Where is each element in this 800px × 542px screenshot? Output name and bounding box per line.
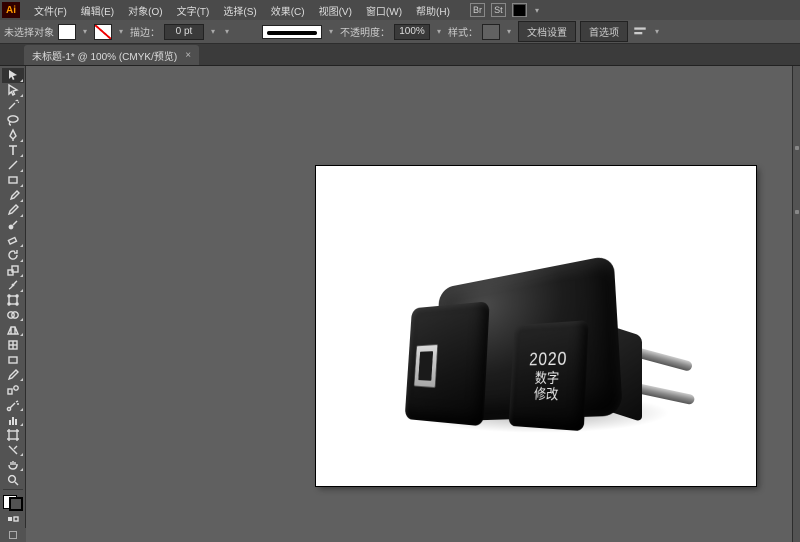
screen-mode-dock[interactable] [0, 528, 26, 542]
fill-swatch[interactable] [58, 24, 76, 40]
tools-panel [0, 66, 26, 542]
rectangle-tool[interactable] [2, 173, 24, 188]
symbol-sprayer-tool[interactable] [2, 397, 24, 412]
mesh-tool[interactable] [2, 337, 24, 352]
vsp-dropdown[interactable]: ▾ [222, 24, 232, 40]
direct-selection-tool[interactable] [2, 83, 24, 98]
close-tab-icon[interactable]: × [185, 50, 191, 61]
document-tab[interactable]: 未标题-1* @ 100% (CMYK/预览) × [24, 45, 199, 65]
canvas[interactable]: 2020 数字 修改 [26, 66, 792, 542]
gradient-tool[interactable] [2, 352, 24, 367]
scale-tool[interactable] [2, 263, 24, 278]
arrange-dropdown[interactable]: ▾ [533, 6, 541, 15]
opacity-label: 不透明度： [340, 24, 390, 39]
stroke-color-dropdown[interactable]: ▾ [116, 24, 126, 40]
pen-tool[interactable] [2, 128, 24, 143]
hand-tool[interactable] [2, 457, 24, 472]
control-bar: 未选择对象 ▾ ▾ 描边： 0 pt ▾ ▾ ▾ 不透明度： 100% ▾ 样式… [0, 20, 800, 44]
lasso-tool[interactable] [2, 113, 24, 128]
preferences-button[interactable]: 首选项 [580, 21, 628, 42]
tab-bar: 未标题-1* @ 100% (CMYK/预览) × [0, 44, 800, 66]
stroke-weight-dropdown[interactable]: ▾ [208, 24, 218, 40]
document-setup-button[interactable]: 文档设置 [518, 21, 576, 42]
charger-label-face: 2020 数字 修改 [509, 320, 589, 431]
menu-select[interactable]: 选择(S) [217, 1, 262, 20]
stock-icon[interactable]: St [491, 3, 506, 17]
style-label: 样式： [448, 24, 478, 39]
style-dropdown[interactable]: ▾ [504, 24, 514, 40]
menu-bar: Ai 文件(F) 编辑(E) 对象(O) 文字(T) 选择(S) 效果(C) 视… [0, 0, 800, 20]
label-line2: 修改 [534, 385, 559, 402]
menu-window[interactable]: 窗口(W) [360, 1, 408, 20]
perspective-grid-tool[interactable] [2, 322, 24, 337]
menu-view[interactable]: 视图(V) [313, 1, 358, 20]
menu-object[interactable]: 对象(O) [122, 1, 168, 20]
selection-status: 未选择对象 [4, 24, 54, 39]
document-tab-title: 未标题-1* @ 100% (CMYK/预览) [32, 48, 177, 63]
column-graph-tool[interactable] [2, 412, 24, 427]
app-logo: Ai [2, 2, 20, 18]
brush-preview[interactable] [262, 25, 322, 39]
magic-wand-tool[interactable] [2, 98, 24, 113]
right-panel-rail[interactable] [792, 66, 800, 542]
selection-tool[interactable] [2, 68, 24, 83]
line-tool[interactable] [2, 158, 24, 173]
paintbrush-tool[interactable] [2, 188, 24, 203]
charger-front-face [405, 301, 490, 426]
artboard[interactable]: 2020 数字 修改 [316, 166, 756, 486]
menu-edit[interactable]: 编辑(E) [75, 1, 120, 20]
free-transform-tool[interactable] [2, 293, 24, 308]
opacity-dropdown[interactable]: ▾ [434, 24, 444, 40]
pencil-tool[interactable] [2, 203, 24, 218]
fill-stroke-control[interactable] [2, 494, 24, 512]
workspace: 2020 数字 修改 [0, 66, 800, 542]
bridge-icon[interactable]: Br [470, 3, 485, 17]
menu-effect[interactable]: 效果(C) [265, 1, 311, 20]
menu-type[interactable]: 文字(T) [171, 1, 216, 20]
rotate-tool[interactable] [2, 248, 24, 263]
fill-dropdown[interactable]: ▾ [80, 24, 90, 40]
eyedropper-tool[interactable] [2, 367, 24, 382]
align-icon[interactable] [632, 25, 648, 39]
menu-help[interactable]: 帮助(H) [410, 1, 456, 20]
shape-builder-tool[interactable] [2, 308, 24, 323]
label-line1: 数字 [535, 369, 560, 385]
style-swatch[interactable] [482, 24, 500, 40]
type-tool[interactable] [2, 143, 24, 158]
width-tool[interactable] [2, 278, 24, 293]
stroke-swatch[interactable] [94, 24, 112, 40]
blob-brush-tool[interactable] [2, 218, 24, 233]
opacity-input[interactable]: 100% [394, 24, 430, 40]
zoom-tool[interactable] [2, 472, 24, 487]
label-year: 2020 [529, 348, 568, 370]
blend-tool[interactable] [2, 382, 24, 397]
usb-port [414, 344, 438, 388]
color-mode-toggle[interactable] [2, 512, 24, 527]
eraser-tool[interactable] [2, 233, 24, 248]
brush-dropdown[interactable]: ▾ [326, 24, 336, 40]
artwork-charger: 2020 数字 修改 [380, 238, 710, 438]
stroke-weight-input[interactable]: 0 pt [164, 24, 204, 40]
align-dropdown[interactable]: ▾ [652, 24, 662, 40]
artboard-tool[interactable] [2, 427, 24, 442]
arrange-icon[interactable] [512, 3, 527, 17]
slice-tool[interactable] [2, 442, 24, 457]
menu-file[interactable]: 文件(F) [28, 1, 73, 20]
stroke-label: 描边： [130, 24, 160, 39]
